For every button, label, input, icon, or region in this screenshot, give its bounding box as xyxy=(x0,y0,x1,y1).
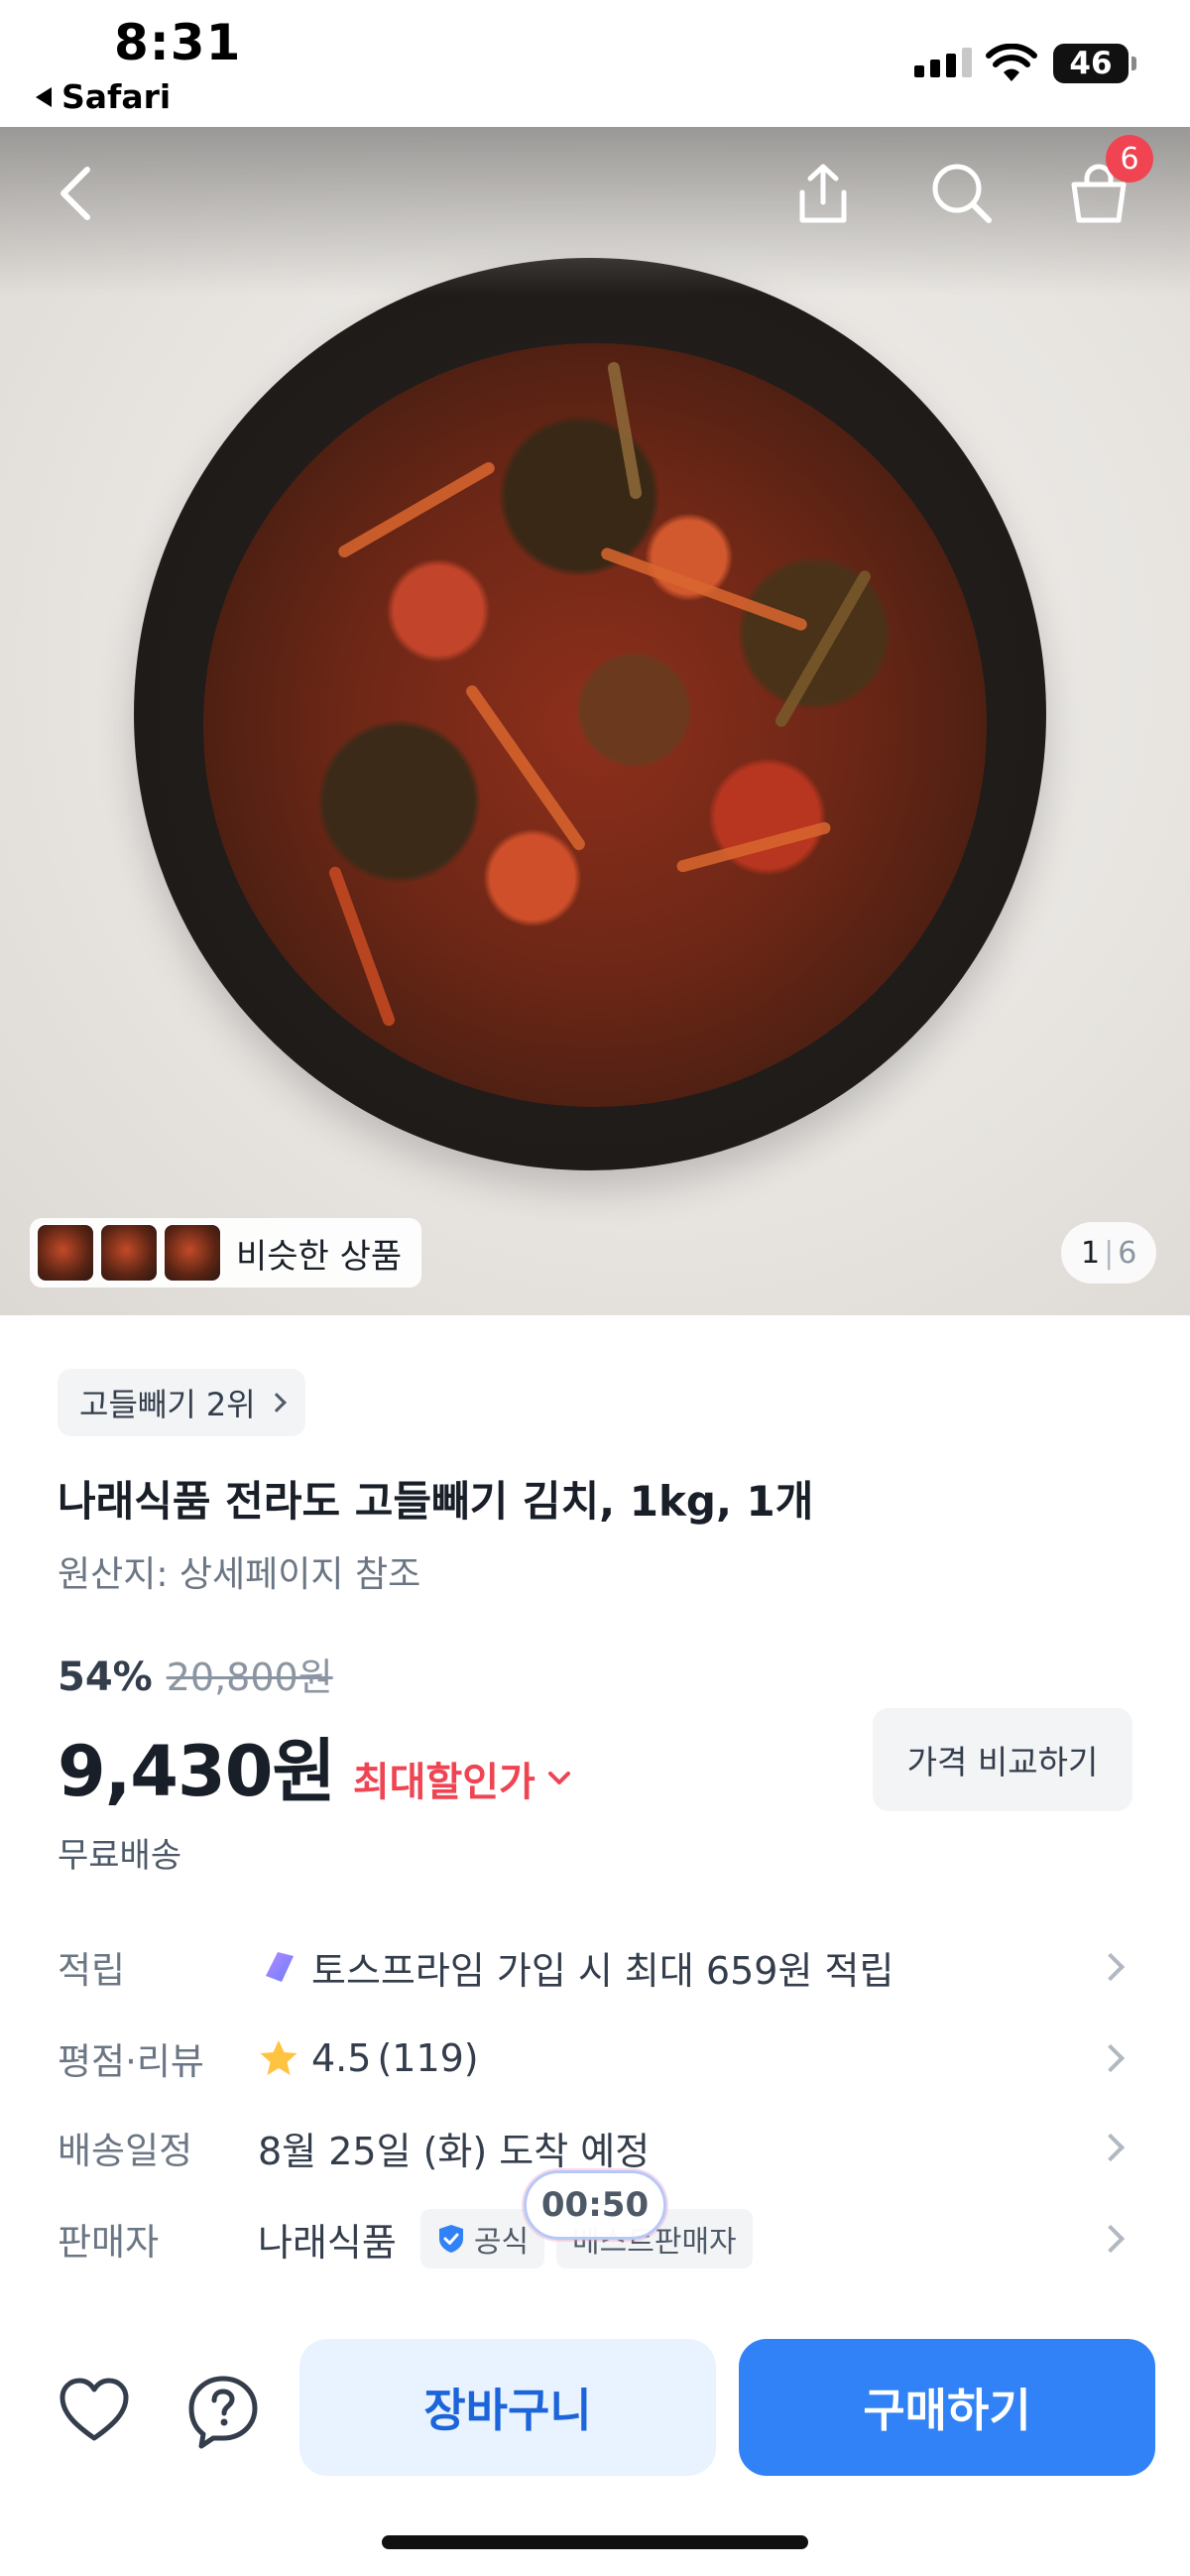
help-question-icon[interactable] xyxy=(183,2371,263,2450)
chevron-right-icon xyxy=(1096,2133,1126,2162)
official-label: 공식 xyxy=(473,2225,530,2260)
verified-shield-icon xyxy=(438,2225,463,2253)
back-app-label: Safari xyxy=(61,77,172,116)
similar-products-label: 비슷한 상품 xyxy=(236,1236,403,1277)
price-row: 9,430원 최대할인가 xyxy=(58,1716,571,1816)
current-page: 1 xyxy=(1081,1235,1101,1271)
add-to-cart-button[interactable]: 장바구니 xyxy=(299,2339,716,2476)
points-label: 적립 xyxy=(58,1949,126,1992)
discount-info: 54% 20,800원 xyxy=(58,1647,333,1701)
delivery-value: 8월 25일 (화) 도착 예정 xyxy=(258,2129,651,2173)
similar-thumb xyxy=(99,1223,159,1283)
product-title: 나래식품 전라도 고들빼기 김치, 1kg, 1개 xyxy=(58,1477,814,1526)
sale-price: 9,430원 xyxy=(58,1731,336,1812)
rating-review-row[interactable]: 평점·리뷰 4.5 (119) xyxy=(58,2024,1138,2093)
buy-now-button[interactable]: 구매하기 xyxy=(739,2339,1155,2476)
rank-label: 고들빼기 2위 xyxy=(79,1386,256,1423)
product-image-gallery[interactable] xyxy=(0,127,1190,1315)
rating-label: 평점·리뷰 xyxy=(58,2040,204,2083)
page-separator: | xyxy=(1104,1235,1115,1271)
similar-thumb xyxy=(36,1223,95,1283)
share-icon[interactable] xyxy=(788,159,858,228)
home-indicator[interactable] xyxy=(382,2535,808,2549)
similar-products-button[interactable]: 비슷한 상품 xyxy=(30,1218,422,1288)
price-compare-button[interactable]: 가격 비교하기 xyxy=(873,1708,1132,1811)
review-count: (119) xyxy=(377,2036,479,2080)
battery-level: 46 xyxy=(1069,46,1113,81)
chevron-down-icon xyxy=(547,1772,570,1784)
heart-icon[interactable] xyxy=(55,2371,134,2450)
seller-label: 판매자 xyxy=(58,2221,160,2264)
total-pages: 6 xyxy=(1118,1235,1137,1271)
search-icon[interactable] xyxy=(927,159,997,228)
back-icon[interactable] xyxy=(52,164,101,223)
rating-score: 4.5 xyxy=(311,2036,372,2080)
product-origin: 원산지: 상세페이지 참조 xyxy=(58,1554,421,1595)
toss-prime-icon xyxy=(266,1952,294,1982)
status-time: 8:31 xyxy=(114,14,242,71)
chevron-right-icon xyxy=(1096,2224,1126,2254)
discount-rate: 54% xyxy=(58,1655,153,1700)
points-value: 토스프라임 가입 시 최대 659원 적립 xyxy=(311,1948,894,1993)
battery-icon: 46 xyxy=(1053,44,1136,83)
header-gradient xyxy=(0,127,1190,296)
status-bar: 8:31 Safari 46 xyxy=(0,0,1190,127)
timer-overlay: 00:50 xyxy=(524,2170,666,2240)
shipping-info: 무료배송 xyxy=(58,1836,182,1876)
max-discount-dropdown[interactable]: 최대할인가 xyxy=(353,1750,571,1807)
seller-name: 나래식품 xyxy=(258,2220,397,2265)
original-price: 20,800원 xyxy=(166,1656,333,1699)
chevron-right-icon xyxy=(1096,1952,1126,1982)
star-icon xyxy=(260,2040,298,2075)
back-to-safari-link[interactable]: Safari xyxy=(36,77,171,116)
wifi-icon xyxy=(986,44,1037,81)
chevron-right-icon xyxy=(266,1393,287,1412)
chevron-right-icon xyxy=(1096,2043,1126,2073)
similar-thumb xyxy=(163,1223,222,1283)
image-page-indicator: 1 | 6 xyxy=(1061,1222,1157,1284)
delivery-label: 배송일정 xyxy=(58,2130,193,2172)
cellular-signal-icon xyxy=(914,48,972,77)
points-row[interactable]: 적립 토스프라임 가입 시 최대 659원 적립 xyxy=(58,1932,1138,2002)
cart-count-badge: 6 xyxy=(1106,135,1153,183)
category-rank-chip[interactable]: 고들빼기 2위 xyxy=(58,1369,305,1436)
max-discount-label: 최대할인가 xyxy=(352,1760,536,1805)
back-triangle-icon xyxy=(36,86,52,107)
product-photo-kimchi xyxy=(203,343,987,1107)
